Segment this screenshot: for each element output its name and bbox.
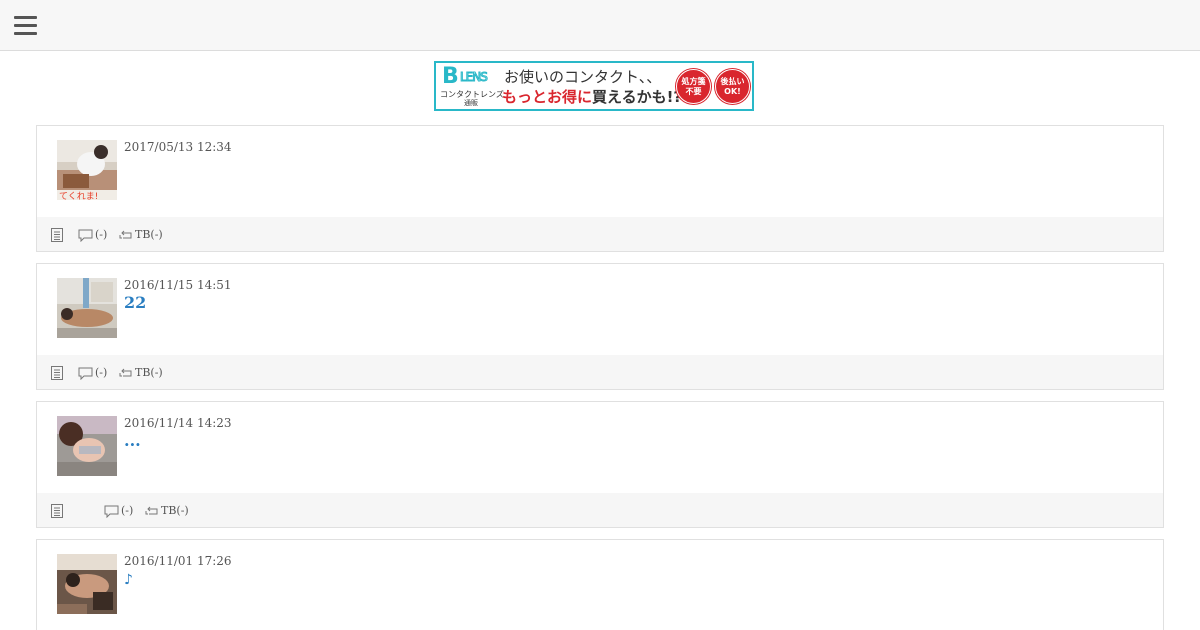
banner-subheadline: もっとお得に買えるかも!? [502, 87, 682, 107]
badge-1-line-2: 不要 [685, 86, 702, 96]
entry-footer: (-) TB(-) [37, 355, 1163, 389]
entry-footer: (-) TB(-) [37, 217, 1163, 251]
entry-title-link[interactable]: 22 [124, 294, 146, 312]
entry-thumbnail[interactable] [57, 554, 117, 614]
hamburger-menu-icon[interactable] [14, 16, 37, 36]
entry-thumbnail[interactable] [57, 278, 117, 338]
thumb-caption: てくれま! [59, 191, 98, 200]
top-bar [0, 0, 1200, 51]
comment-icon [78, 227, 93, 246]
logo-word: LENS [460, 70, 489, 85]
entry-thumbnail[interactable] [57, 416, 117, 476]
trackback-count[interactable]: TB(-) [135, 228, 163, 241]
entry-date: 2016/11/14 14:23 [124, 416, 232, 430]
comment-count[interactable]: (-) [95, 366, 107, 379]
entry-title-link[interactable]: ♪ [124, 571, 133, 589]
entry-date: 2017/05/13 12:34 [124, 140, 232, 154]
comment-count[interactable]: (-) [121, 504, 133, 517]
banner-headline: お使いのコンタクト、、 [504, 68, 662, 86]
entry-date: 2016/11/15 14:51 [124, 278, 232, 292]
trackback-count[interactable]: TB(-) [161, 504, 189, 517]
banner-highlight: もっとお得に [502, 88, 593, 106]
entry-thumbnail[interactable]: てくれま! [57, 140, 117, 200]
entry-date: 2016/11/01 17:26 [124, 554, 232, 568]
entry-card: 2016/11/01 17:26 ♪ [36, 539, 1164, 630]
badge-2-line-2: OK! [724, 86, 741, 96]
entry-footer: (-) TB(-) [37, 493, 1163, 527]
logo-subtitle-2: 通販 [464, 99, 478, 107]
banner-logo: B LENS コンタクトレンズ 通販 [440, 64, 504, 108]
trackback-icon [145, 503, 160, 522]
document-icon[interactable] [50, 365, 64, 384]
trackback-icon [119, 227, 134, 246]
logo-letter: B [442, 64, 459, 89]
comment-icon [78, 365, 93, 384]
entry-title-link[interactable]: ... [124, 432, 141, 450]
comment-icon [104, 503, 119, 522]
document-icon[interactable] [50, 503, 64, 522]
document-icon[interactable] [50, 227, 64, 246]
entry-card: 2016/11/14 14:23 ... (-) TB(-) [36, 401, 1164, 528]
comment-count[interactable]: (-) [95, 228, 107, 241]
entry-card: 2016/11/15 14:51 22 (-) TB(-) [36, 263, 1164, 390]
badge-2-line-1: 後払い [720, 76, 745, 86]
trackback-icon [119, 365, 134, 384]
trackback-count[interactable]: TB(-) [135, 366, 163, 379]
badge-no-prescription: 処方箋 不要 [676, 69, 711, 104]
entry-card: てくれま! 2017/05/13 12:34 (-) TB(-) [36, 125, 1164, 252]
logo-subtitle: コンタクトレンズ [440, 90, 504, 99]
ad-banner[interactable]: B LENS コンタクトレンズ 通販 お使いのコンタクト、、 もっとお得に買える… [434, 61, 754, 111]
banner-tail: 買えるかも!? [592, 88, 683, 106]
badge-1-line-1: 処方箋 [681, 76, 706, 86]
badge-deferred-payment: 後払い OK! [715, 69, 750, 104]
